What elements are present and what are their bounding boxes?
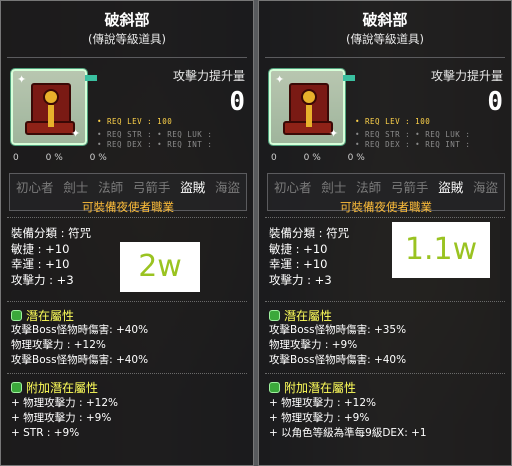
- item-icon-frame: ✦ ✦: [269, 69, 345, 145]
- divider: [265, 217, 505, 218]
- scroll-line-icon: [306, 105, 312, 127]
- req-dex-int: • REQ DEX : • REQ INT :: [97, 140, 213, 149]
- divider: [7, 373, 247, 374]
- potential-line: 攻擊Boss怪物時傷害: +40%: [11, 324, 149, 336]
- stat-list: 裝備分類 : 符咒 敏捷 : +10 幸運 : +10 攻擊力 : +3: [11, 226, 91, 288]
- job-beginner: 初心者: [274, 180, 312, 195]
- price-label: 1.1w: [392, 222, 490, 278]
- job-beginner: 初心者: [16, 180, 54, 195]
- small-icon-row: 0 0 % 0 %: [271, 153, 389, 163]
- stat-line: 敏捷 : +10: [269, 241, 328, 256]
- stat-line: 幸運 : +10: [269, 257, 328, 271]
- job-archer: 弓箭手: [132, 180, 171, 195]
- job-pirate: 海盜: [472, 180, 498, 195]
- item-grade: (傳說等級道具): [88, 32, 166, 46]
- additional-line: + 物理攻擊力 : +9%: [269, 412, 370, 424]
- divider: [265, 373, 505, 374]
- req-dex-int: • REQ DEX : • REQ INT :: [355, 140, 471, 149]
- potential-line: 攻擊Boss怪物時傷害: +40%: [269, 354, 407, 366]
- job-warrior: 劍士: [321, 180, 347, 195]
- job-thief: 盜賊: [438, 180, 464, 195]
- potential-line: 攻擊Boss怪物時傷害: +35%: [269, 324, 407, 336]
- job-list: 初心者 劍士 法師 弓箭手 盜賊 海盜 可裝備夜使者職業: [267, 173, 505, 214]
- small-stat-3: 0 %: [89, 153, 107, 163]
- potential-gem-icon: [269, 310, 280, 321]
- req-str-luk: • REQ STR : • REQ LUK :: [355, 130, 471, 139]
- sparkle-icon: ✦: [71, 127, 81, 140]
- potential-lines: 攻擊Boss怪物時傷害: +40% 物理攻擊力 : +12% 攻擊Boss怪物時…: [11, 323, 148, 368]
- small-stat-2: 0 %: [303, 153, 321, 163]
- additional-potential-lines: + 物理攻擊力 : +12% + 物理攻擊力 : +9% + STR : +9%: [11, 396, 118, 441]
- scroll-seal-icon: [43, 89, 59, 105]
- stat-line: 攻擊力 : +3: [11, 272, 74, 287]
- potential-title: 潛在屬性: [269, 307, 332, 324]
- job-magician: 法師: [98, 180, 124, 195]
- potential-gem-icon: [269, 382, 280, 393]
- sparkle-icon: ✦: [329, 127, 339, 140]
- item-name: 破斜部: [362, 11, 408, 29]
- job-thief: 盜賊: [180, 180, 206, 195]
- potential-line: 物理攻擊力 : +9%: [269, 339, 358, 351]
- job-warrior: 劍士: [63, 180, 89, 195]
- additional-line: + 以角色等級為準每9級DEX: +1: [269, 427, 427, 439]
- sparkle-icon: ✦: [275, 73, 285, 86]
- stat-line: 攻擊力 : +3: [269, 272, 332, 287]
- grade-tag-icon: [343, 75, 355, 81]
- divider: [265, 57, 505, 58]
- divider: [7, 57, 247, 58]
- item-grade: (傳說等級道具): [346, 32, 424, 46]
- req-str-luk: • REQ STR : • REQ LUK :: [97, 130, 213, 139]
- job-archer: 弓箭手: [390, 180, 429, 195]
- attack-gain-label: 攻擊力提升量: [172, 69, 245, 83]
- potential-line: 物理攻擊力 : +12%: [11, 339, 106, 351]
- small-icon-row: 0 0 % 0 %: [13, 153, 131, 163]
- attack-gain-label: 攻擊力提升量: [430, 69, 503, 83]
- potential-gem-icon: [11, 310, 22, 321]
- job-available-text: 可裝備夜使者職業: [340, 200, 432, 214]
- job-pirate: 海盜: [214, 180, 240, 195]
- additional-line: + 物理攻擊力 : +9%: [11, 412, 112, 424]
- additional-line: + 物理攻擊力 : +12%: [269, 397, 376, 409]
- potential-title: 潛在屬性: [11, 307, 74, 324]
- additional-potential-title: 附加潛在屬性: [269, 379, 356, 396]
- attack-gain-value: 0: [229, 87, 245, 117]
- scroll-seal-icon: [301, 89, 317, 105]
- job-list: 初心者 劍士 法師 弓箭手 盜賊 海盜 可裝備夜使者職業: [9, 173, 247, 214]
- req-level: • REQ LEV : 100: [97, 117, 173, 126]
- price-label: 2w: [120, 242, 200, 292]
- divider: [265, 301, 505, 302]
- stat-list: 裝備分類 : 符咒 敏捷 : +10 幸運 : +10 攻擊力 : +3: [269, 226, 349, 288]
- additional-potential-lines: + 物理攻擊力 : +12% + 物理攻擊力 : +9% + 以角色等級為準每9…: [269, 396, 427, 441]
- small-stat-2: 0 %: [45, 153, 63, 163]
- small-stat-1: 0: [13, 153, 19, 163]
- grade-tag-icon: [85, 75, 97, 81]
- potential-lines: 攻擊Boss怪物時傷害: +35% 物理攻擊力 : +9% 攻擊Boss怪物時傷…: [269, 323, 406, 368]
- item-tooltip-left: 破斜部 (傳說等級道具) ✦ ✦ 攻擊力提升量 0 • REQ LEV : 10…: [0, 0, 254, 466]
- small-stat-3: 0 %: [347, 153, 365, 163]
- additional-line: + STR : +9%: [11, 427, 80, 439]
- stat-line: 幸運 : +10: [11, 257, 70, 271]
- divider: [7, 301, 247, 302]
- attack-gain-value: 0: [487, 87, 503, 117]
- item-icon-frame: ✦ ✦: [11, 69, 87, 145]
- job-available-text: 可裝備夜使者職業: [82, 200, 174, 214]
- sparkle-icon: ✦: [17, 73, 27, 86]
- item-name: 破斜部: [104, 11, 150, 29]
- additional-line: + 物理攻擊力 : +12%: [11, 397, 118, 409]
- req-level: • REQ LEV : 100: [355, 117, 431, 126]
- scroll-line-icon: [48, 105, 54, 127]
- stat-line: 敏捷 : +10: [11, 241, 70, 256]
- potential-line: 攻擊Boss怪物時傷害: +40%: [11, 354, 149, 366]
- divider: [7, 217, 247, 218]
- small-stat-1: 0: [271, 153, 277, 163]
- job-magician: 法師: [356, 180, 382, 195]
- stat-line: 裝備分類 : 符咒: [11, 226, 92, 240]
- additional-potential-title: 附加潛在屬性: [11, 379, 98, 396]
- stat-line: 裝備分類 : 符咒: [269, 226, 350, 240]
- potential-gem-icon: [11, 382, 22, 393]
